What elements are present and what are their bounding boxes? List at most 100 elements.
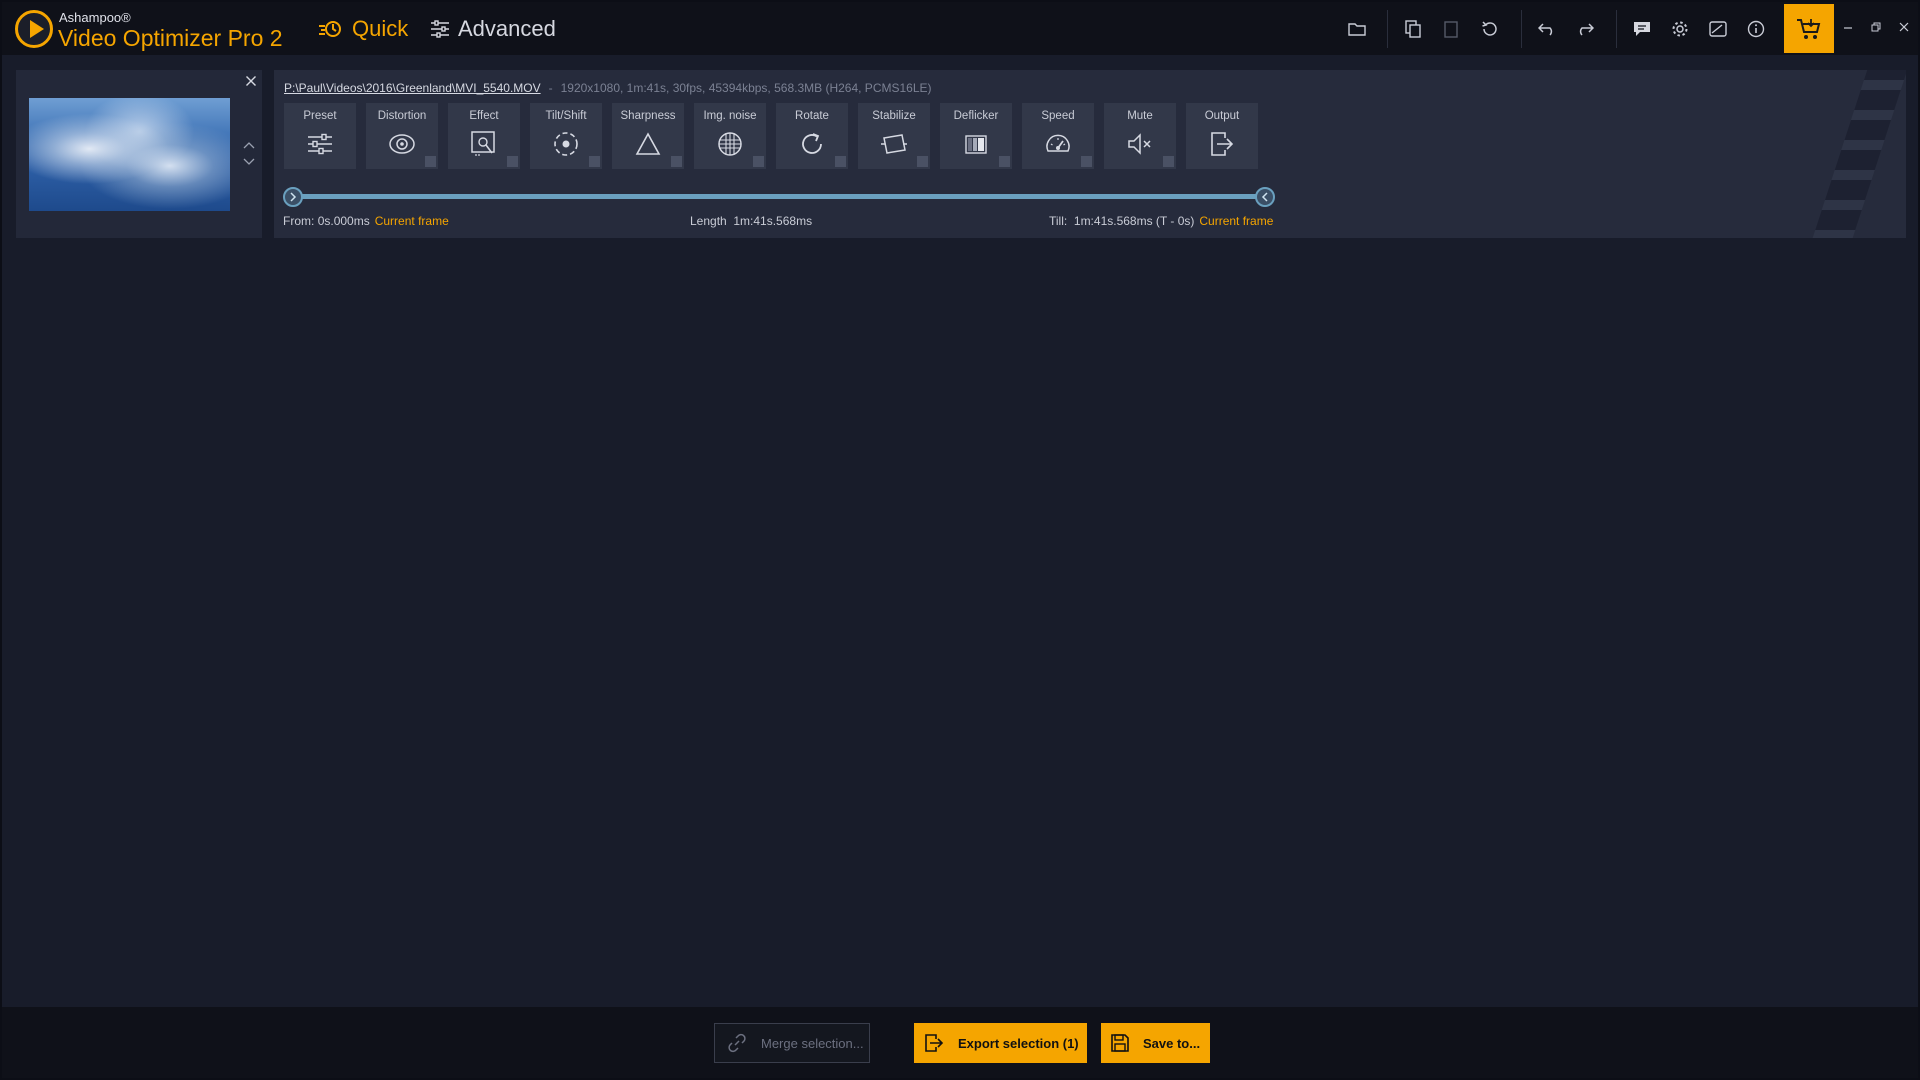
tool-output[interactable]: Output [1186,103,1258,169]
save-to-label: Save to... [1143,1035,1201,1051]
buy-cart-button[interactable] [1784,4,1834,53]
settings-button[interactable] [1665,14,1695,44]
remove-clip-button[interactable] [242,72,260,90]
picture-icon [1709,21,1727,37]
till-label: Till: [1049,214,1068,228]
feedback-button[interactable] [1627,14,1657,44]
undo-button[interactable] [1532,14,1562,44]
tool-options-corner[interactable] [425,156,436,167]
app-title: Video Optimizer Pro 2 [58,25,283,51]
tool-effect[interactable]: Effect [448,103,520,169]
reset-button[interactable] [1475,14,1505,44]
redo-button[interactable] [1570,14,1600,44]
restore-button[interactable] [1864,15,1888,39]
tilt-shift-icon [551,129,581,159]
app-vendor: Ashampoo® [59,10,131,25]
tool-options-corner[interactable] [917,156,928,167]
advanced-mode-tab[interactable]: Advanced [430,16,556,42]
clip-edit-panel: P:\Paul\Videos\2016\Greenland\MVI_5540.M… [274,70,1906,238]
bottom-action-bar: Merge selection... Export selection (1) … [2,1007,1918,1078]
quick-icon [319,21,341,37]
tool-distortion[interactable]: Distortion [366,103,438,169]
tool-options-corner[interactable] [1081,156,1092,167]
trim-start-handle[interactable] [283,187,303,207]
picture-button[interactable] [1703,14,1733,44]
merge-selection-label: Merge selection... [761,1035,864,1051]
trim-range-slider[interactable] [294,194,1264,199]
length-value: 1m:41s.568ms [733,214,813,228]
mute-icon [1125,129,1155,159]
from-current-frame-link[interactable]: Current frame [375,214,449,228]
from-label: From: [283,214,315,228]
link-icon [728,1033,746,1053]
export-selection-button[interactable]: Export selection (1) [914,1023,1087,1063]
clip-file-line: P:\Paul\Videos\2016\Greenland\MVI_5540.M… [284,81,932,95]
tool-preset[interactable]: Preset [284,103,356,169]
tool-mute[interactable]: Mute [1104,103,1176,169]
tool-img-noise[interactable]: Img. noise [694,103,766,169]
undo-icon [1538,23,1553,36]
merge-selection-button[interactable]: Merge selection... [714,1023,870,1063]
filmstrip-decoration [1805,70,1906,238]
quick-mode-label: Quick [352,16,409,41]
tool-label: Stabilize [872,110,916,122]
info-icon [1747,20,1765,38]
magic-effect-icon [469,129,499,159]
video-thumbnail[interactable] [29,98,230,211]
quick-mode-tab[interactable]: Quick [318,16,408,42]
sliders-icon [305,129,335,159]
toolbar-separator [1387,10,1388,48]
folder-icon [1348,23,1366,36]
title-bar: Ashampoo® Video Optimizer Pro 2 Quick Ad… [2,2,1918,55]
tool-label: Mute [1127,110,1153,122]
trim-end-handle[interactable] [1255,187,1275,207]
info-button[interactable] [1741,14,1771,44]
move-clip-up-button[interactable] [240,138,258,152]
noise-grid-icon [715,129,745,159]
tool-label: Rotate [795,110,829,122]
restore-icon [1871,22,1881,32]
open-folder-button[interactable] [1342,14,1372,44]
close-icon [246,76,256,86]
paste-icon [1444,21,1458,38]
chevron-down-icon [243,158,255,165]
close-window-button[interactable] [1892,15,1916,39]
export-selection-label: Export selection (1) [958,1035,1079,1051]
till-current-frame-link[interactable]: Current frame [1199,214,1273,228]
tool-stabilize[interactable]: Stabilize [858,103,930,169]
chevron-up-icon [243,142,255,149]
tool-tilt-shift[interactable]: Tilt/Shift [530,103,602,169]
tool-rotate[interactable]: Rotate [776,103,848,169]
copy-icon [1405,20,1421,38]
cart-icon [1797,18,1821,39]
copy-button[interactable] [1398,14,1428,44]
move-clip-down-button[interactable] [240,155,258,169]
tool-label: Sharpness [620,110,676,122]
close-icon [1899,22,1909,32]
gear-icon [1672,21,1688,37]
tool-options-corner[interactable] [671,156,682,167]
tool-options-corner[interactable] [1163,156,1174,167]
tool-options-corner[interactable] [589,156,600,167]
tool-options-corner[interactable] [507,156,518,167]
toolbar-separator [1521,10,1522,48]
tool-options-corner[interactable] [835,156,846,167]
paste-button[interactable] [1436,14,1466,44]
deflicker-icon [961,129,991,159]
app-logo-icon [15,10,53,48]
tool-options-corner[interactable] [999,156,1010,167]
tool-label: Preset [303,110,337,122]
tool-speed[interactable]: Speed [1022,103,1094,169]
tool-label: Distortion [377,110,427,122]
minimize-button[interactable] [1836,15,1860,39]
tool-deflicker[interactable]: Deflicker [940,103,1012,169]
chevron-right-icon [290,192,297,202]
tool-sharpness[interactable]: Sharpness [612,103,684,169]
rotate-icon [797,129,827,159]
clip-file-path[interactable]: P:\Paul\Videos\2016\Greenland\MVI_5540.M… [284,81,541,95]
save-icon [1111,1034,1129,1052]
tool-label: Deflicker [953,110,999,122]
save-to-button[interactable]: Save to... [1101,1023,1210,1063]
redo-icon [1579,23,1594,36]
tool-options-corner[interactable] [753,156,764,167]
